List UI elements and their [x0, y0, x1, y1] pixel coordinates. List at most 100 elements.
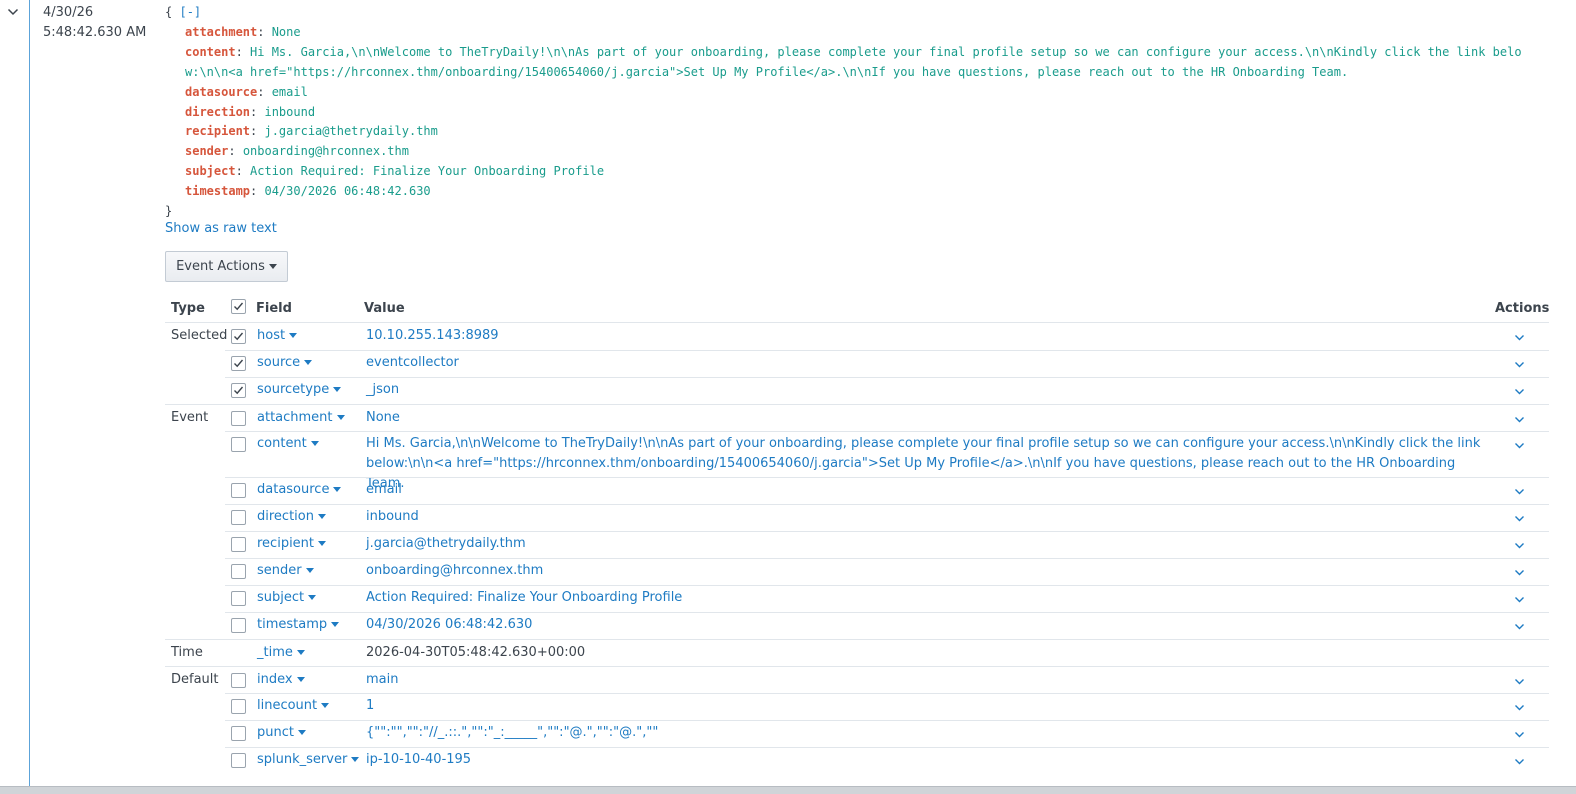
caret-down-icon [310, 441, 319, 446]
field-name-dropdown[interactable]: linecount [257, 698, 330, 713]
field-name-dropdown[interactable]: datasource [257, 482, 342, 497]
field-checkbox[interactable] [231, 618, 246, 633]
field-value[interactable]: {"":"","":"//_.::.","":"_:_____","":"@."… [366, 723, 1486, 743]
field-value[interactable]: eventcollector [366, 353, 1486, 373]
field-name-dropdown[interactable]: punct [257, 725, 306, 740]
field-checkbox[interactable] [231, 537, 246, 552]
field-value[interactable]: 04/30/2026 06:48:42.630 [366, 615, 1486, 635]
field-name-dropdown[interactable]: attachment [257, 410, 345, 425]
row-actions-chevron-icon[interactable] [1511, 537, 1527, 553]
json-collapse-link[interactable]: [-] [179, 5, 201, 19]
field-value[interactable]: None [366, 408, 1486, 428]
field-value[interactable]: onboarding@hrconnex.thm [366, 561, 1486, 581]
caret-down-icon [317, 514, 326, 519]
header-field: Field [256, 301, 292, 316]
field-value[interactable]: j.garcia@thetrydaily.thm [366, 534, 1486, 554]
field-name-label: attachment [257, 410, 333, 425]
row-actions-chevron-icon[interactable] [1511, 510, 1527, 526]
field-name-dropdown[interactable]: sourcetype [257, 382, 342, 397]
row-actions-chevron-icon[interactable] [1511, 329, 1527, 345]
json-field-subject: subject: Action Required: Finalize Your … [185, 164, 605, 179]
field-checkbox[interactable] [231, 483, 246, 498]
field-name-dropdown[interactable]: index [257, 672, 305, 687]
field-name-label: _time [257, 645, 293, 660]
row-actions-chevron-icon[interactable] [1511, 483, 1527, 499]
event-time-of-day: 5:48:42.630 AM [43, 25, 147, 40]
row-actions-chevron-icon[interactable] [1511, 564, 1527, 580]
field-checkbox[interactable] [231, 383, 246, 398]
caret-down-icon [351, 757, 360, 762]
field-value[interactable]: Action Required: Finalize Your Onboardin… [366, 588, 1486, 608]
row-actions-chevron-icon[interactable] [1511, 726, 1527, 742]
row-actions-chevron-icon[interactable] [1511, 437, 1527, 453]
row-actions-chevron-icon[interactable] [1511, 699, 1527, 715]
row-actions-chevron-icon[interactable] [1511, 356, 1527, 372]
field-name-label: content [257, 436, 307, 451]
field-name-dropdown[interactable]: timestamp [257, 617, 340, 632]
checkmark-icon [234, 386, 244, 395]
field-checkbox[interactable] [231, 591, 246, 606]
row-actions-chevron-icon[interactable] [1511, 591, 1527, 607]
field-row-source: source eventcollector [165, 350, 1549, 377]
field-name-dropdown[interactable]: direction [257, 509, 326, 524]
caret-down-icon [321, 703, 330, 708]
field-name-dropdown[interactable]: recipient [257, 536, 327, 551]
field-name-dropdown[interactable]: source [257, 355, 313, 370]
caret-down-icon [305, 568, 314, 573]
caret-down-icon [304, 360, 313, 365]
field-checkbox[interactable] [231, 726, 246, 741]
row-divider [225, 531, 1549, 532]
horizontal-scrollbar[interactable] [0, 786, 1576, 794]
field-value[interactable]: ip-10-10-40-195 [366, 750, 1486, 770]
field-checkbox[interactable] [231, 437, 246, 452]
header-actions: Actions [1495, 301, 1550, 316]
field-checkbox[interactable] [231, 564, 246, 579]
row-divider [225, 720, 1549, 721]
checkmark-icon [234, 332, 244, 341]
field-value[interactable]: 1 [366, 696, 1486, 716]
field-checkbox[interactable] [231, 753, 246, 768]
caret-down-icon [333, 387, 342, 392]
field-name-dropdown[interactable]: content [257, 436, 319, 451]
field-checkbox[interactable] [231, 673, 246, 688]
field-value[interactable]: 10.10.255.143:8989 [366, 326, 1486, 346]
collapse-event-chevron-icon[interactable] [5, 4, 21, 20]
field-row-sourcetype: sourcetype _json [165, 377, 1549, 404]
caret-down-icon [268, 264, 277, 269]
row-actions-chevron-icon[interactable] [1511, 411, 1527, 427]
field-checkbox[interactable] [231, 356, 246, 371]
field-name-label: splunk_server [257, 752, 348, 767]
field-name-dropdown[interactable]: splunk_server [257, 752, 360, 767]
field-name-dropdown[interactable]: sender [257, 563, 314, 578]
field-name-dropdown[interactable]: host [257, 328, 298, 343]
field-value[interactable]: email [366, 480, 1486, 500]
field-checkbox[interactable] [231, 329, 246, 344]
event-actions-button[interactable]: Event Actions [165, 251, 288, 282]
caret-down-icon [331, 622, 340, 627]
field-row-linecount: linecount 1 [165, 693, 1549, 720]
field-value[interactable]: inbound [366, 507, 1486, 527]
row-actions-chevron-icon[interactable] [1511, 383, 1527, 399]
field-row-index: Default index main [165, 666, 1549, 693]
row-actions-chevron-icon[interactable] [1511, 753, 1527, 769]
show-as-raw-text-link[interactable]: Show as raw text [165, 221, 277, 236]
field-name-label: sourcetype [257, 382, 330, 397]
json-field-timestamp: timestamp: 04/30/2026 06:48:42.630 [185, 184, 431, 199]
checkmark-icon [234, 302, 244, 311]
field-value[interactable]: main [366, 670, 1486, 690]
event-actions-label: Event Actions [176, 259, 265, 274]
type-label-event: Event [171, 410, 209, 425]
field-name-dropdown[interactable]: _time [257, 645, 305, 660]
field-name-dropdown[interactable]: subject [257, 590, 317, 605]
field-row-host: Selected host 10.10.255.143:8989 [165, 323, 1549, 350]
row-actions-chevron-icon[interactable] [1511, 618, 1527, 634]
field-name-label: index [257, 672, 293, 687]
field-checkbox[interactable] [231, 699, 246, 714]
row-actions-chevron-icon[interactable] [1511, 673, 1527, 689]
select-all-checkbox[interactable] [231, 299, 246, 314]
field-checkbox[interactable] [231, 411, 246, 426]
field-checkbox[interactable] [231, 510, 246, 525]
field-value[interactable]: _json [366, 380, 1486, 400]
fields-table-header: Type Field Value Actions [165, 293, 1549, 323]
caret-down-icon [296, 650, 305, 655]
